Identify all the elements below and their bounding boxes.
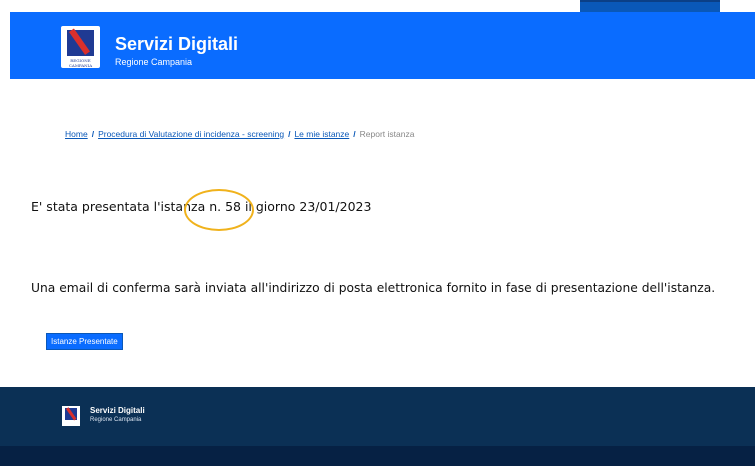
breadcrumb: Home / Procedura di Valutazione di inciden… <box>65 129 414 139</box>
breadcrumb-current: Report istanza <box>359 129 415 139</box>
footer-logo[interactable] <box>62 406 80 426</box>
breadcrumb-separator: / <box>91 129 95 139</box>
email-confirmation-message: Una email di conferma sarà inviata all'i… <box>31 281 716 295</box>
regione-campania-logo[interactable]: REGIONE CAMPANIA <box>61 26 100 68</box>
footer-title: Servizi Digitali <box>90 406 145 415</box>
site-header: REGIONE CAMPANIA Servizi Digitali Region… <box>10 12 755 79</box>
footer-bottom-bar <box>0 446 755 466</box>
site-title[interactable]: Servizi Digitali <box>115 34 238 55</box>
breadcrumb-procedura[interactable]: Procedura di Valutazione di incidenza - … <box>98 129 284 139</box>
site-subtitle: Regione Campania <box>115 57 193 67</box>
logo-caption: REGIONE CAMPANIA <box>68 58 93 68</box>
breadcrumb-home[interactable]: Home <box>65 129 88 139</box>
site-footer: Servizi Digitali Regione Campania <box>0 387 755 466</box>
breadcrumb-separator: / <box>353 129 356 139</box>
istanze-presentate-button[interactable]: Istanze Presentate <box>46 333 123 350</box>
top-bar <box>0 0 755 14</box>
highlight-circle <box>184 189 254 231</box>
footer-subtitle: Regione Campania <box>90 417 142 423</box>
breadcrumb-separator: / <box>288 129 291 139</box>
breadcrumb-le-mie-istanze[interactable]: Le mie istanze <box>294 129 349 139</box>
